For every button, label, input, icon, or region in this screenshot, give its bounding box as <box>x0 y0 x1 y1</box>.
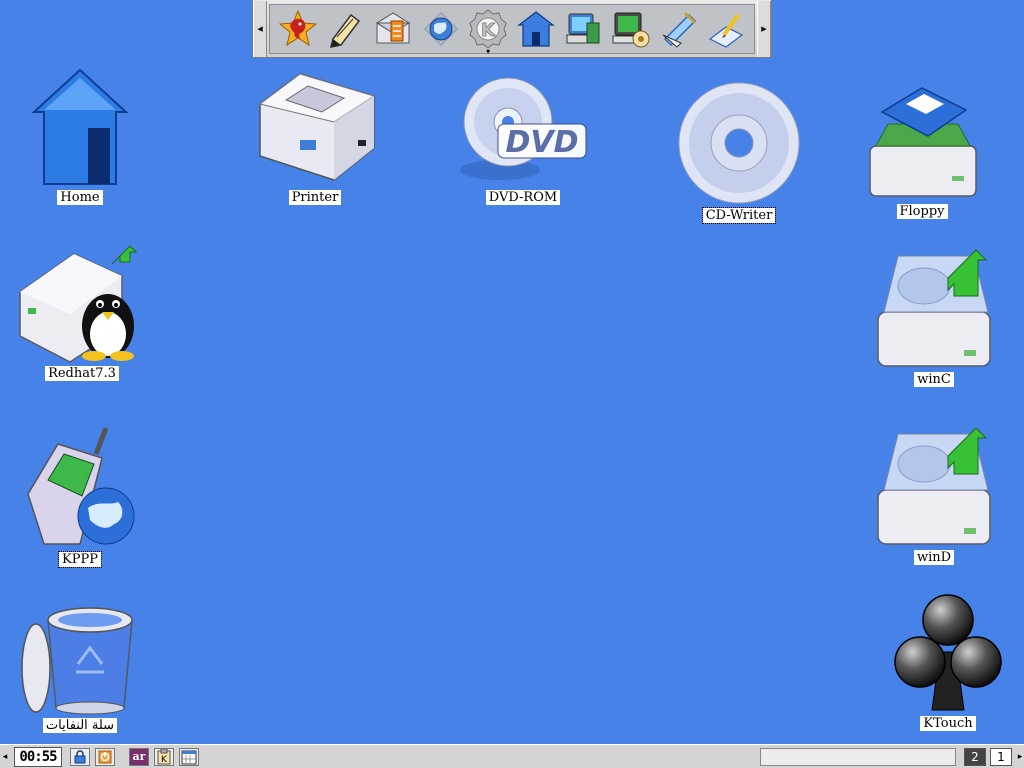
desktop-icon-trash[interactable]: سلة النفايات <box>18 600 142 733</box>
kppp-phone-icon <box>27 427 135 545</box>
desktop-icon-label: Home <box>57 190 103 205</box>
svg-text:K: K <box>481 20 496 41</box>
control-center-launcher[interactable] <box>657 7 701 51</box>
launcher-strip: K ▾ <box>269 3 755 56</box>
web-browser-icon <box>423 11 458 46</box>
writer-icon <box>709 13 744 48</box>
desktop-icon-label: Floppy <box>896 204 948 219</box>
keyboard-language-button[interactable]: ar <box>129 747 149 766</box>
svg-text:DVD: DVD <box>505 125 578 160</box>
desktop-icon-label: winD <box>913 550 955 565</box>
desktop-icon-label: DVD-ROM <box>485 190 561 205</box>
home-folder-icon <box>31 68 129 185</box>
printer-icon <box>258 73 376 181</box>
desktop-icon-label: سلة النفايات <box>42 718 118 733</box>
control-center-icon <box>662 11 696 48</box>
taskbar: ◂ 00:55 ar K 2 1 ▸ <box>0 744 1024 768</box>
desktop-icon-dvd-rom[interactable]: DVD DVD-ROM <box>458 72 588 205</box>
web-browser-launcher[interactable] <box>419 7 463 51</box>
terminal-launcher[interactable] <box>609 7 653 51</box>
desktop-icon-printer[interactable]: Printer <box>250 66 380 205</box>
taskbar-task-list <box>221 748 760 766</box>
clipboard-icon: K <box>157 748 171 765</box>
desktop-icon-label: Redhat7.3 <box>45 366 119 381</box>
desktop-icon-label: CD-Writer <box>701 207 777 224</box>
logout-button[interactable] <box>95 747 115 766</box>
cd-icon <box>678 82 800 204</box>
lock-icon <box>74 749 86 763</box>
mozilla-icon <box>278 9 318 46</box>
logout-icon <box>98 750 112 763</box>
desktop-icon-ktouch[interactable]: KTouch <box>890 592 1006 731</box>
desktop-icon-label: Printer <box>288 190 342 205</box>
dvd-icon: DVD <box>460 77 587 180</box>
linux-drive-icon <box>19 245 138 363</box>
trash-icon <box>21 607 133 715</box>
club-icon <box>894 594 1002 711</box>
mozilla-launcher[interactable] <box>276 7 320 51</box>
calendar-button[interactable] <box>179 747 199 766</box>
desktop-icon-floppy[interactable]: Floppy <box>866 84 978 219</box>
taskbar-hide-right-button[interactable]: ▸ <box>1016 746 1024 768</box>
desktop-icon-redhat[interactable]: Redhat7.3 <box>14 234 150 381</box>
text-editor-icon <box>330 13 361 48</box>
desktop-icon-cd-writer[interactable]: CD-Writer <box>676 80 802 224</box>
desktop-icon-winc[interactable]: winC <box>874 248 994 387</box>
floppy-icon <box>869 87 977 197</box>
mail-launcher[interactable] <box>371 7 415 51</box>
desktop-pager-2[interactable]: 2 <box>964 747 986 766</box>
lock-screen-button[interactable] <box>70 747 90 766</box>
text-editor-launcher[interactable] <box>323 7 367 51</box>
hard-drive-icon <box>877 427 991 545</box>
kde-menu-launcher[interactable]: K ▾ <box>466 7 510 56</box>
desktop-icon-label: KPPP <box>58 551 102 568</box>
taskbar-tray-area <box>760 747 956 766</box>
desktop-icon-kppp[interactable]: KPPP <box>22 424 138 568</box>
mail-icon <box>375 11 411 43</box>
desktop-icon-label: winC <box>914 372 954 387</box>
hard-drive-icon <box>877 249 991 367</box>
clock[interactable]: 00:55 <box>14 746 62 767</box>
top-launcher-panel: ◂ K ▾ ▸ <box>252 0 772 58</box>
panel-scroll-left-button[interactable]: ◂ <box>253 0 267 57</box>
kde-menu-icon: K <box>469 8 507 49</box>
desktop-icon-wind[interactable]: winD <box>874 426 994 565</box>
home-launcher[interactable] <box>514 7 558 51</box>
system-monitor-launcher[interactable] <box>561 7 605 51</box>
kde-menu-arrow-icon: ▾ <box>486 46 491 56</box>
taskbar-hide-left-button[interactable]: ◂ <box>0 746 10 768</box>
home-icon <box>516 10 555 47</box>
calendar-icon <box>181 750 197 764</box>
terminal-icon <box>612 12 650 47</box>
desktop-icon-label: KTouch <box>920 716 976 731</box>
desktop-pager-1[interactable]: 1 <box>990 747 1012 766</box>
desktop-icon-home[interactable]: Home <box>30 66 130 205</box>
writer-launcher[interactable] <box>704 7 748 51</box>
system-monitor-icon <box>566 13 600 43</box>
klipper-button[interactable]: K <box>154 747 174 766</box>
panel-scroll-right-button[interactable]: ▸ <box>757 0 771 57</box>
desktop: ◂ K ▾ ▸ Home Printer DVD DVD-ROM CD-Writ… <box>0 0 1024 744</box>
